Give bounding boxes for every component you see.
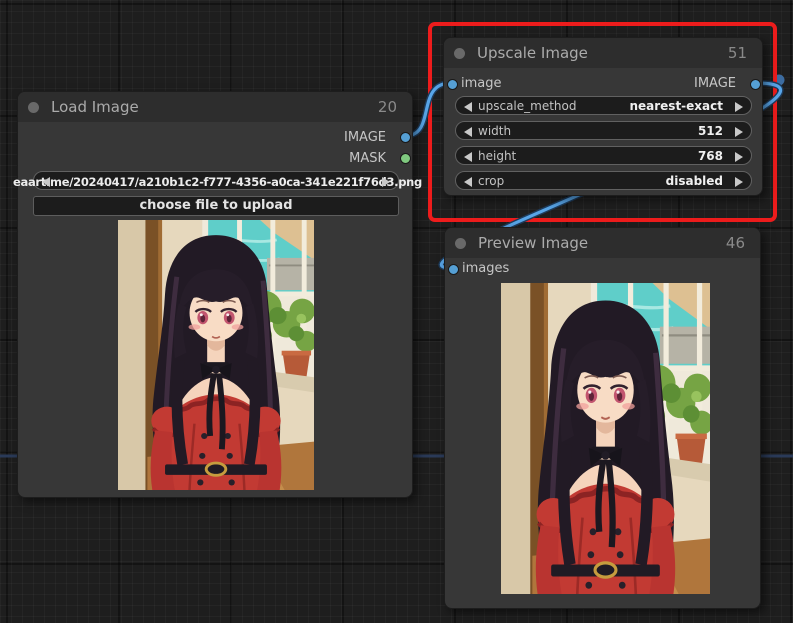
input-slot-images[interactable] [448, 264, 459, 275]
widget-prev-arrow-icon[interactable] [464, 127, 472, 137]
node-id-badge: 20 [378, 98, 397, 116]
node-load-image[interactable]: Load Image 20 IMAGE MASK eaart.me/202404… [17, 91, 413, 498]
widget-label: crop [478, 174, 504, 188]
widget-prev-arrow-icon[interactable] [464, 177, 472, 187]
input-label-images: images [462, 261, 509, 276]
collapse-dot-icon[interactable] [454, 48, 465, 59]
combo-next-arrow-icon[interactable] [382, 177, 390, 187]
upscale-method-widget[interactable]: upscale_method nearest-exact [455, 96, 752, 115]
widget-value: disabled [666, 174, 723, 188]
node-title: Upscale Image [477, 44, 588, 62]
node-id-badge: 51 [728, 44, 747, 62]
output-slot-image[interactable] [750, 79, 761, 90]
width-widget[interactable]: width 512 [455, 121, 752, 140]
filename-value: eaart.me/20240417/a210b1c2-f777-4356-a0c… [13, 175, 422, 189]
loaded-image-preview [118, 220, 314, 490]
preview-image-output [501, 283, 710, 594]
crop-widget[interactable]: crop disabled [455, 171, 752, 190]
combo-prev-arrow-icon[interactable] [42, 177, 50, 187]
output-label-mask: MASK [349, 151, 386, 166]
widget-value: nearest-exact [629, 99, 723, 113]
output-label-image: IMAGE [694, 76, 736, 91]
input-label-image: image [461, 76, 502, 91]
widget-label: upscale_method [478, 99, 576, 113]
node-preview-image[interactable]: Preview Image 46 images [444, 227, 761, 609]
node-id-badge: 46 [726, 234, 745, 252]
output-label-image: IMAGE [344, 130, 386, 145]
output-slot-image[interactable] [400, 132, 411, 143]
input-slot-image[interactable] [447, 79, 458, 90]
choose-file-button[interactable]: choose file to upload [33, 196, 399, 216]
collapse-dot-icon[interactable] [455, 238, 466, 249]
node-title: Preview Image [478, 234, 588, 252]
widget-prev-arrow-icon[interactable] [464, 102, 472, 112]
widget-next-arrow-icon[interactable] [735, 152, 743, 162]
filename-combo-widget[interactable]: eaart.me/20240417/a210b1c2-f777-4356-a0c… [33, 171, 399, 190]
node-preview-image-header: Preview Image 46 [445, 228, 760, 258]
height-widget[interactable]: height 768 [455, 146, 752, 165]
node-upscale-image-header: Upscale Image 51 [444, 38, 762, 68]
collapse-dot-icon[interactable] [28, 102, 39, 113]
widget-next-arrow-icon[interactable] [735, 102, 743, 112]
widget-next-arrow-icon[interactable] [735, 127, 743, 137]
output-slot-mask[interactable] [400, 153, 411, 164]
widget-prev-arrow-icon[interactable] [464, 152, 472, 162]
node-graph-canvas[interactable]: Load Image 20 IMAGE MASK eaart.me/202404… [0, 0, 793, 623]
widget-label: width [478, 124, 511, 138]
widget-value: 512 [698, 124, 723, 138]
node-load-image-header: Load Image 20 [18, 92, 412, 122]
widget-value: 768 [698, 149, 723, 163]
widget-next-arrow-icon[interactable] [735, 177, 743, 187]
widget-label: height [478, 149, 516, 163]
node-upscale-image[interactable]: Upscale Image 51 image IMAGE upscale_met… [443, 37, 763, 196]
node-title: Load Image [51, 98, 139, 116]
